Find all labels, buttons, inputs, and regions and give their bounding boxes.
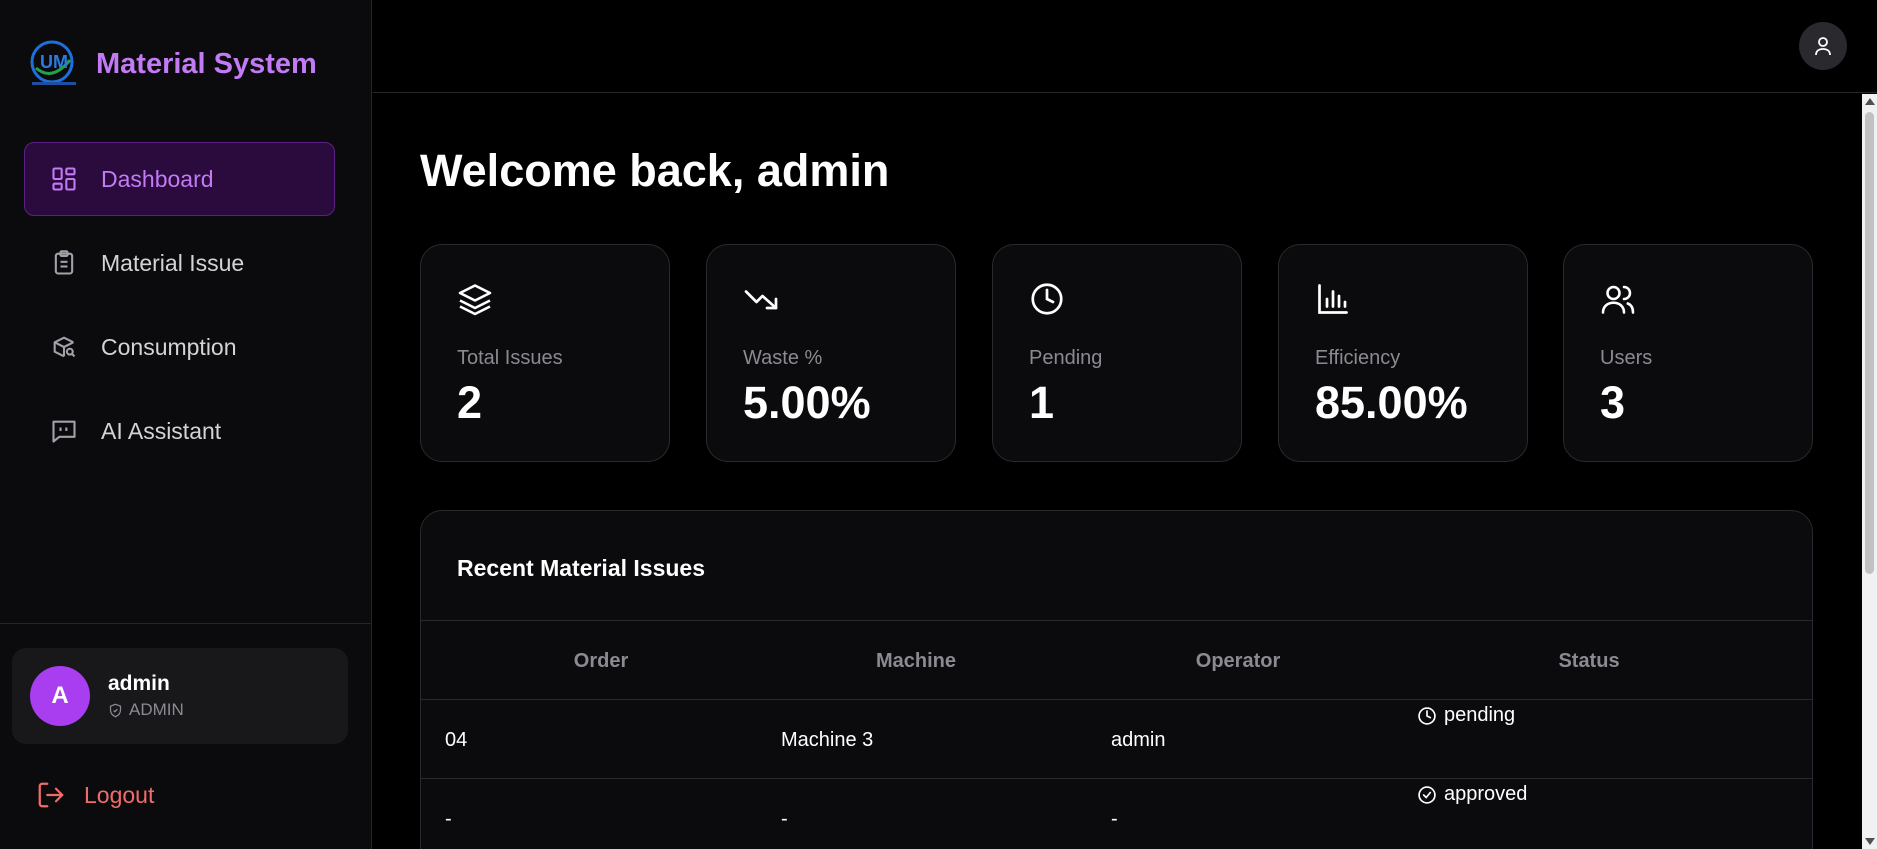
stat-value: 1	[1029, 377, 1055, 428]
page-scrollbar[interactable]	[1862, 94, 1877, 849]
sidebar-item-dashboard[interactable]: Dashboard	[24, 142, 335, 216]
stat-card-efficiency: Efficiency 85.00%	[1278, 244, 1528, 462]
cell-machine: -	[781, 808, 788, 830]
status-badge: pending	[1417, 704, 1515, 727]
stat-card-waste: Waste % 5.00%	[706, 244, 956, 462]
stat-label: Users	[1600, 347, 1653, 369]
cell-operator: admin	[1111, 729, 1166, 751]
sidebar-item-consumption[interactable]: Consumption	[24, 310, 335, 384]
stat-label: Efficiency	[1315, 347, 1401, 369]
scroll-up-arrow-icon[interactable]	[1865, 98, 1875, 105]
logout-icon	[38, 782, 64, 808]
scroll-thumb[interactable]	[1865, 112, 1874, 574]
cell-order: 04	[445, 729, 468, 751]
trending-down-icon	[743, 281, 779, 317]
cell-operator: -	[1111, 808, 1118, 830]
column-header-order[interactable]: Order	[511, 621, 691, 701]
table-row[interactable]: - - - approved	[421, 779, 1812, 849]
users-icon	[1600, 281, 1636, 317]
user-info: admin ADMIN	[108, 672, 184, 720]
status-label: approved	[1444, 783, 1528, 805]
page-title: Welcome back, admin	[420, 145, 890, 196]
sidebar-item-material-issue[interactable]: Material Issue	[24, 226, 335, 300]
bar-chart-icon	[1315, 281, 1351, 317]
clock-icon	[1029, 281, 1065, 317]
recent-issues-title: Recent Material Issues	[457, 555, 706, 581]
stat-value: 3	[1600, 377, 1626, 428]
check-circle-icon	[1418, 785, 1436, 804]
status-badge: approved	[1417, 783, 1527, 806]
table-header: Order Machine Operator Status	[421, 620, 1812, 700]
cell-machine: Machine 3	[781, 729, 874, 751]
recent-issues-card: Recent Material Issues Order Machine Ope…	[420, 510, 1813, 849]
svg-text:UM: UM	[40, 52, 68, 72]
dashboard-grid-icon	[49, 164, 79, 194]
column-header-operator[interactable]: Operator	[1148, 621, 1328, 701]
sidebar-item-label: Material Issue	[101, 249, 245, 276]
scroll-down-arrow-icon[interactable]	[1865, 838, 1875, 845]
stat-label: Waste %	[743, 347, 823, 369]
stat-label: Pending	[1029, 347, 1103, 369]
profile-button[interactable]	[1799, 22, 1847, 70]
brand-title: Material System	[96, 47, 317, 80]
user-card[interactable]: A admin ADMIN	[12, 648, 348, 744]
package-search-icon	[49, 332, 79, 362]
avatar: A	[30, 666, 90, 726]
user-name: admin	[108, 672, 170, 695]
clipboard-icon	[49, 248, 79, 278]
sidebar-item-ai-assistant[interactable]: AI Assistant	[24, 394, 335, 468]
table-row[interactable]: 04 Machine 3 admin pending	[421, 700, 1812, 779]
sidebar-nav: Dashboard Material Issue Consumption AI …	[24, 142, 335, 478]
clock-icon	[1418, 706, 1436, 725]
user-role: ADMIN	[108, 700, 184, 720]
column-header-status[interactable]: Status	[1499, 621, 1679, 701]
logout-label: Logout	[84, 781, 155, 808]
cell-order: -	[445, 808, 452, 830]
topbar	[373, 0, 1877, 93]
stat-value: 85.00%	[1315, 377, 1468, 428]
message-quote-icon	[49, 416, 79, 446]
sidebar-item-label: Dashboard	[101, 165, 214, 192]
sidebar-divider	[0, 623, 372, 624]
stat-value: 2	[457, 377, 483, 428]
logout-button[interactable]: Logout	[36, 780, 154, 810]
user-icon	[1815, 37, 1831, 56]
user-role-label: ADMIN	[129, 700, 184, 719]
brand[interactable]: UM Material System	[28, 38, 317, 90]
status-label: pending	[1444, 704, 1516, 726]
stat-value: 5.00%	[743, 377, 871, 428]
stat-label: Total Issues	[457, 347, 563, 369]
sidebar-item-label: AI Assistant	[101, 417, 222, 444]
sidebar: UM Material System Dashboard Material Is…	[0, 0, 372, 849]
shield-check-icon	[109, 703, 122, 717]
brand-logo: UM	[28, 38, 80, 90]
stat-card-total-issues: Total Issues 2	[420, 244, 670, 462]
stat-card-users: Users 3	[1563, 244, 1813, 462]
stat-card-pending: Pending 1	[992, 244, 1242, 462]
sidebar-item-label: Consumption	[101, 333, 237, 360]
layers-icon	[457, 281, 493, 317]
column-header-machine[interactable]: Machine	[826, 621, 1006, 701]
